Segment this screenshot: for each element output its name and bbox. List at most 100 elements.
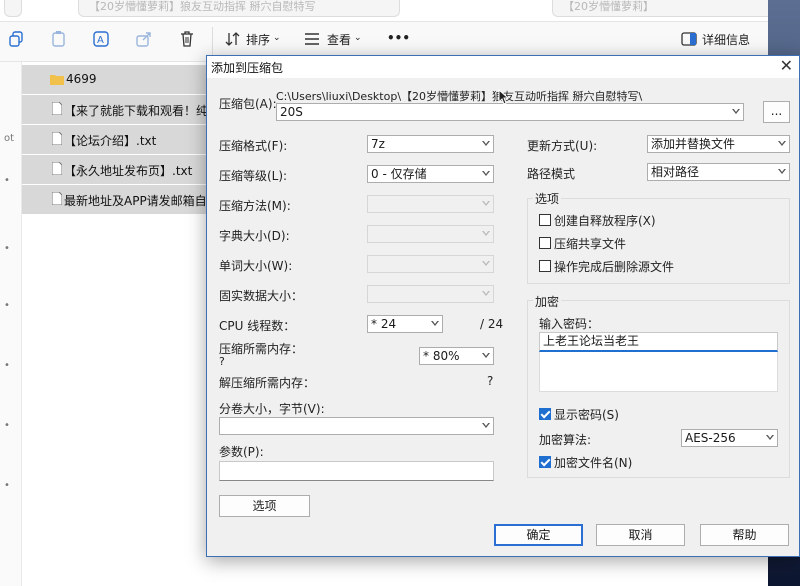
mem-comp-combo[interactable]: * 80% xyxy=(419,347,494,365)
level-value: 0 - 仅存储 xyxy=(371,167,427,181)
archive-name-combo[interactable]: 20S xyxy=(276,103,744,121)
chevron-down-icon xyxy=(482,170,490,176)
sfx-label: 创建自释放程序(X) xyxy=(554,214,656,228)
copy-icon[interactable] xyxy=(8,30,26,48)
mem-decomp-label: 解压缩所需内存： xyxy=(219,376,316,390)
dict-label: 字典大小(D): xyxy=(219,229,290,243)
show-password-label: 显示密码(S) xyxy=(554,408,619,422)
address-tab-left[interactable]: 【20岁懵懂萝莉】狼友互动指挥 掰穴自慰特写 xyxy=(78,0,400,17)
details-button[interactable]: 详细信息 xyxy=(702,31,750,48)
shared-label: 压缩共享文件 xyxy=(554,237,627,251)
paste-icon[interactable] xyxy=(50,30,68,48)
dialog-title: 添加到压缩包 xyxy=(211,61,284,75)
password-confirm-area xyxy=(539,352,778,392)
ok-button[interactable]: 确定 xyxy=(494,524,583,546)
nav-bullet: • xyxy=(4,480,10,491)
close-icon[interactable]: ✕ xyxy=(780,56,793,75)
level-combo[interactable]: 0 - 仅存储 xyxy=(367,165,494,183)
mem-comp-label: 压缩所需内存： xyxy=(219,342,304,356)
params-input[interactable] xyxy=(219,461,494,481)
more-options-button[interactable]: ••• xyxy=(387,31,410,45)
sort-icon[interactable] xyxy=(224,30,242,48)
nav-bullet: • xyxy=(4,360,10,371)
encrypt-names-checkbox[interactable] xyxy=(539,456,551,468)
algo-value: AES-256 xyxy=(685,431,736,445)
format-label: 压缩格式(F): xyxy=(219,139,288,153)
delete-icon[interactable] xyxy=(178,30,196,48)
nav-pane-label: ot xyxy=(4,133,15,144)
cpu-label: CPU 线程数： xyxy=(219,319,296,333)
archive-label: 压缩包(A): xyxy=(219,97,277,111)
update-label: 更新方式(U): xyxy=(527,139,598,153)
chevron-down-icon xyxy=(431,320,439,326)
options-group-title: 选项 xyxy=(533,190,562,207)
level-label: 压缩等级(L): xyxy=(219,169,288,183)
update-combo[interactable]: 添加并替换文件 xyxy=(647,135,790,153)
show-password-checkbox[interactable] xyxy=(539,408,551,420)
sfx-checkbox[interactable] xyxy=(539,214,551,226)
cancel-button[interactable]: 取消 xyxy=(596,524,685,546)
format-value: 7z xyxy=(371,137,385,151)
cpu-total: / 24 xyxy=(480,317,504,331)
svg-text:A: A xyxy=(97,35,104,46)
chevron-down-icon: ⌄ xyxy=(273,33,281,43)
help-button[interactable]: 帮助 xyxy=(700,524,789,546)
nav-arrow[interactable] xyxy=(4,0,22,17)
archive-path: C:\Users\liuxi\Desktop\【20岁懵懂萝莉】狼友互动听指挥 … xyxy=(276,90,643,103)
text-file-icon xyxy=(52,102,62,115)
chevron-down-icon xyxy=(766,434,774,440)
share-icon[interactable] xyxy=(135,30,153,48)
text-file-icon xyxy=(52,162,62,175)
method-combo[interactable] xyxy=(367,195,494,213)
path-mode-combo[interactable]: 相对路径 xyxy=(647,163,790,181)
format-combo[interactable]: 7z xyxy=(367,135,494,153)
chevron-down-icon xyxy=(482,352,490,358)
word-label: 单词大小(W): xyxy=(219,259,293,273)
rename-icon[interactable]: A xyxy=(92,30,110,48)
algo-combo[interactable]: AES-256 xyxy=(681,429,778,447)
browse-button[interactable]: ... xyxy=(763,101,790,123)
shared-checkbox[interactable] xyxy=(539,237,551,249)
cpu-value: * 24 xyxy=(371,317,397,331)
nav-bullet: • xyxy=(4,420,10,431)
mem-decomp-value: ? xyxy=(487,374,494,388)
algo-label: 加密算法: xyxy=(539,433,592,447)
chevron-down-icon xyxy=(482,422,490,428)
sort-button[interactable]: 排序 xyxy=(246,31,270,48)
mem-comp-value: * 80% xyxy=(423,349,460,363)
view-icon[interactable] xyxy=(303,30,321,48)
volume-label: 分卷大小，字节(V): xyxy=(219,402,325,416)
mem-comp-q: ? xyxy=(219,355,225,368)
cpu-combo[interactable]: * 24 xyxy=(367,315,443,333)
update-value: 添加并替换文件 xyxy=(651,137,736,151)
dict-combo[interactable] xyxy=(367,225,494,243)
delete-source-label: 操作完成后删除源文件 xyxy=(554,260,675,274)
chevron-down-icon xyxy=(482,230,490,236)
mouse-cursor-icon xyxy=(498,89,510,105)
chevron-down-icon xyxy=(482,140,490,146)
params-label: 参数(P): xyxy=(219,445,264,459)
word-combo[interactable] xyxy=(367,255,494,273)
options-button[interactable]: 选项 xyxy=(219,495,310,517)
chevron-down-icon xyxy=(732,108,740,114)
chevron-down-icon: ⌄ xyxy=(354,33,362,43)
view-button[interactable]: 查看 xyxy=(327,31,351,48)
method-label: 压缩方法(M): xyxy=(219,199,291,213)
explorer-address-bar: 【20岁懵懂萝莉】狼友互动指挥 掰穴自慰特写 【20岁懵懂萝莉】 xyxy=(0,0,774,22)
folder-icon xyxy=(50,75,64,85)
details-pane-icon[interactable] xyxy=(680,30,698,48)
chevron-down-icon xyxy=(482,260,490,266)
password-input[interactable]: 上老王论坛当老王 xyxy=(539,332,778,352)
solid-label: 固实数据大小： xyxy=(219,289,304,303)
delete-source-checkbox[interactable] xyxy=(539,260,551,272)
solid-combo[interactable] xyxy=(367,285,494,303)
nav-bullet: • xyxy=(4,175,10,186)
path-mode-value: 相对路径 xyxy=(651,165,700,179)
volume-combo[interactable] xyxy=(219,417,494,435)
search-box-blurred[interactable]: 【20岁懵懂萝莉】 xyxy=(552,0,774,17)
chevron-down-icon xyxy=(778,140,786,146)
text-file-icon xyxy=(52,192,62,205)
toolbar-divider xyxy=(212,27,213,55)
archive-name-value: 20S xyxy=(280,105,303,119)
password-label: 输入密码： xyxy=(539,317,600,331)
